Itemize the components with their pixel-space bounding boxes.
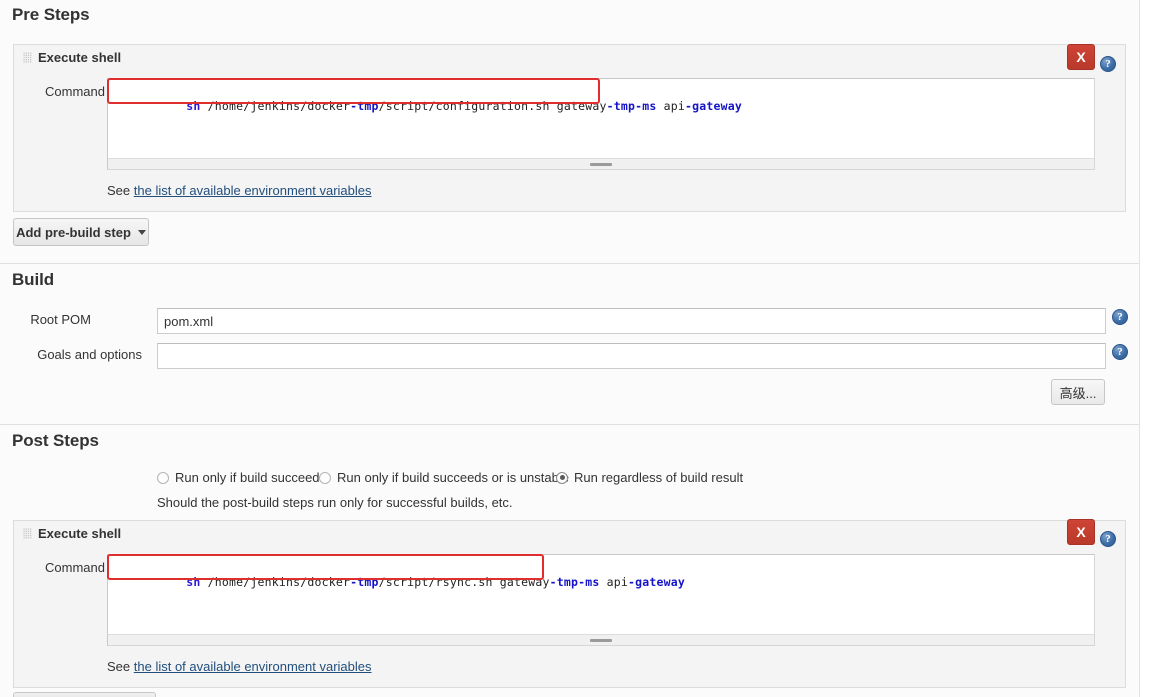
pre-cmd-token-1: /home/jenkins/docker — [201, 99, 351, 113]
goals-and-options-input[interactable] — [157, 343, 1106, 369]
post-steps-description: Should the post-build steps run only for… — [157, 495, 513, 510]
post-cmd-token-6: api — [599, 575, 628, 589]
goals-and-options-help-icon[interactable]: ? — [1112, 344, 1128, 360]
post-command-label: Command — [14, 560, 105, 575]
pre-env-vars-row: See the list of available environment va… — [107, 183, 372, 198]
textarea-resize-grip-icon[interactable] — [590, 163, 612, 166]
post-cmd-token-5: -ms — [578, 575, 599, 589]
goals-and-options-label: Goals and options — [0, 347, 142, 362]
radio-run-if-succeeds-or-unstable[interactable]: Run only if build succeeds or is unstabl… — [319, 470, 569, 485]
radio-run-if-succeeds[interactable]: Run only if build succeeds — [157, 470, 326, 485]
advanced-settings-label: 高级... — [1060, 383, 1097, 402]
pre-block-title: Execute shell — [38, 50, 121, 65]
pre-command-field-wrap: sh /home/jenkins/docker-tmp/script/confi… — [107, 78, 1095, 170]
pre-cmd-token-2: -tmp — [350, 99, 379, 113]
post-command-textarea[interactable]: sh /home/jenkins/docker-tmp/script/rsync… — [107, 554, 1095, 646]
radio-run-regardless-label: Run regardless of build result — [574, 470, 743, 485]
radio-run-regardless[interactable]: Run regardless of build result — [556, 470, 743, 485]
pre-cmd-token-4: -tmp — [607, 99, 636, 113]
post-command-text: sh /home/jenkins/docker-tmp/script/rsync… — [115, 560, 685, 605]
radio-indicator-icon — [319, 472, 331, 484]
drag-handle-icon[interactable] — [23, 52, 32, 63]
radio-run-if-succeeds-or-unstable-label: Run only if build succeeds or is unstabl… — [337, 470, 569, 485]
add-pre-build-step-button[interactable]: Add pre-build step — [13, 218, 149, 246]
post-cmd-token-1: /home/jenkins/docker — [201, 575, 351, 589]
pre-command-text: sh /home/jenkins/docker-tmp/script/confi… — [115, 84, 742, 129]
post-see-prefix: See — [107, 659, 130, 674]
post-cmd-token-0: sh — [186, 575, 200, 589]
post-env-vars-row: See the list of available environment va… — [107, 659, 372, 674]
root-pom-input[interactable] — [157, 308, 1106, 334]
advanced-settings-button[interactable]: 高级... — [1051, 379, 1105, 405]
post-step-delete-button[interactable]: X — [1067, 519, 1095, 545]
radio-indicator-selected-icon — [556, 472, 568, 484]
pre-build-execute-shell-block: Execute shell Command sh /home/jenkins/d… — [13, 44, 1126, 212]
section-title-pre-steps: Pre Steps — [12, 5, 90, 25]
radio-indicator-icon — [157, 472, 169, 484]
pre-command-textarea[interactable]: sh /home/jenkins/docker-tmp/script/confi… — [107, 78, 1095, 170]
add-post-build-step-button-partial[interactable] — [13, 692, 156, 697]
pre-step-delete-button[interactable]: X — [1067, 44, 1095, 70]
radio-run-if-succeeds-label: Run only if build succeeds — [175, 470, 326, 485]
pre-command-label: Command — [14, 84, 105, 99]
post-cmd-token-3: /script/rsync.sh gateway — [379, 575, 550, 589]
pre-cmd-token-7: -gateway — [685, 99, 742, 113]
post-cmd-token-2: -tmp — [350, 575, 379, 589]
pre-cmd-token-3: /script/configuration.sh gateway — [379, 99, 607, 113]
root-pom-label: Root POM — [0, 312, 91, 327]
section-title-post-steps: Post Steps — [12, 431, 99, 451]
post-env-variables-link[interactable]: the list of available environment variab… — [134, 659, 372, 674]
divider-pre-build — [0, 263, 1139, 264]
pre-see-prefix: See — [107, 183, 130, 198]
post-step-help-icon[interactable]: ? — [1100, 531, 1116, 547]
textarea-resize-grip-icon[interactable] — [590, 639, 612, 642]
post-textarea-gutter — [108, 634, 1094, 645]
divider-build — [0, 424, 1139, 425]
section-title-build: Build — [12, 270, 54, 290]
post-command-field-wrap: sh /home/jenkins/docker-tmp/script/rsync… — [107, 554, 1095, 646]
post-build-trigger-radio-group: Run only if build succeeds Run only if b… — [157, 470, 1057, 488]
add-pre-build-step-label: Add pre-build step — [16, 225, 131, 240]
root-pom-help-icon[interactable]: ? — [1112, 309, 1128, 325]
drag-handle-icon[interactable] — [23, 528, 32, 539]
pre-cmd-token-6: api — [656, 99, 685, 113]
chevron-down-icon — [138, 230, 146, 235]
pre-textarea-gutter — [108, 158, 1094, 169]
post-cmd-token-4: -tmp — [550, 575, 579, 589]
pre-step-help-icon[interactable]: ? — [1100, 56, 1116, 72]
pre-cmd-token-5: -ms — [635, 99, 656, 113]
post-block-title: Execute shell — [38, 526, 121, 541]
pre-env-variables-link[interactable]: the list of available environment variab… — [134, 183, 372, 198]
post-build-execute-shell-block: Execute shell Command sh /home/jenkins/d… — [13, 520, 1126, 688]
pre-cmd-token-0: sh — [186, 99, 200, 113]
post-cmd-token-7: -gateway — [628, 575, 685, 589]
page-right-margin — [1140, 0, 1152, 697]
jenkins-job-config-page: Pre Steps Execute shell Command sh /home… — [0, 0, 1152, 697]
